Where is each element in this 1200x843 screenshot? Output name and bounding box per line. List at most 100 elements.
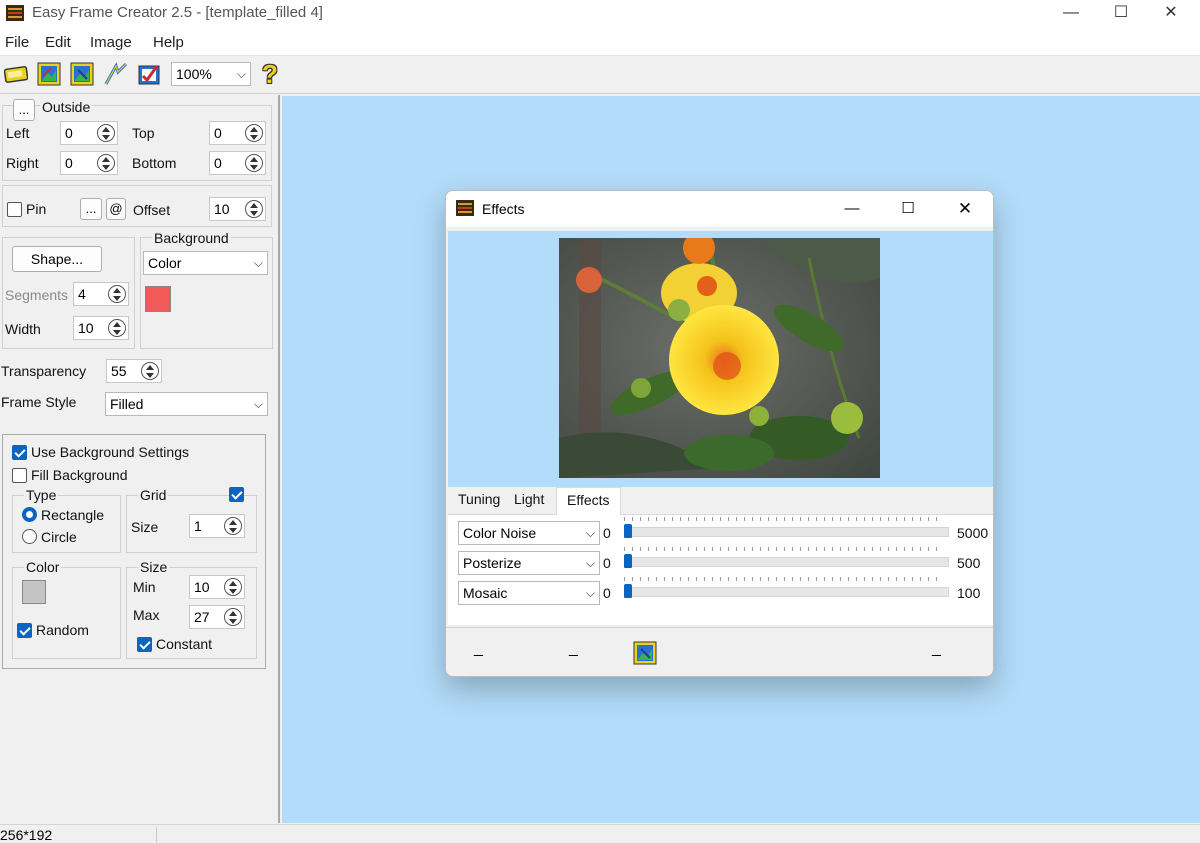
app-icon: [456, 200, 474, 216]
effect-select-1[interactable]: Color Noise ⌵: [458, 521, 600, 545]
fill-background-label: Fill Background: [31, 467, 128, 483]
background-mode-select[interactable]: Color ⌵: [143, 251, 268, 275]
grid-checkbox[interactable]: [229, 487, 244, 502]
minimize-button[interactable]: —: [1046, 0, 1096, 28]
max-input[interactable]: 27: [189, 605, 245, 629]
color-noise-slider[interactable]: [624, 527, 949, 537]
effects-wand-icon[interactable]: [104, 62, 128, 86]
offset-input[interactable]: 10: [209, 197, 266, 221]
spin-icon[interactable]: [224, 578, 242, 596]
bottom-input[interactable]: 0: [209, 151, 266, 175]
spin-icon[interactable]: [141, 362, 159, 380]
preview-area: [448, 231, 993, 487]
at-button[interactable]: @: [106, 198, 126, 220]
spin-icon[interactable]: [97, 124, 115, 142]
effect-select-2[interactable]: Posterize ⌵: [458, 551, 600, 575]
maximize-button[interactable]: ☐: [1096, 0, 1146, 28]
spin-icon[interactable]: [245, 124, 263, 142]
circle-radio[interactable]: [22, 529, 37, 544]
left-label: Left: [6, 125, 30, 141]
left-panel: ... Outside Left 0 Top 0 Right 0 Bottom …: [0, 95, 280, 823]
menu-image[interactable]: Image: [90, 34, 132, 51]
effects-title-bar: Effects — ☐ ✕: [446, 191, 993, 227]
spin-icon[interactable]: [245, 200, 263, 218]
constant-checkbox[interactable]: [137, 637, 152, 652]
spin-icon[interactable]: [108, 319, 126, 337]
grid-size-input[interactable]: 1: [189, 514, 245, 538]
background-color-swatch[interactable]: [145, 286, 171, 312]
tab-tuning[interactable]: Tuning: [458, 491, 500, 507]
tab-light[interactable]: Light: [514, 491, 544, 507]
apply-image-icon[interactable]: [633, 641, 657, 665]
effect-select-3[interactable]: Mosaic ⌵: [458, 581, 600, 605]
transparency-input[interactable]: 55: [106, 359, 162, 383]
chevron-down-icon: ⌵: [585, 526, 595, 540]
pin-options-button[interactable]: ...: [80, 198, 102, 220]
use-background-settings-checkbox[interactable]: [12, 445, 27, 460]
min-label: Min: [133, 579, 156, 595]
tab-effects[interactable]: Effects: [556, 487, 621, 516]
mosaic-thumb[interactable]: [624, 584, 632, 598]
posterize-slider[interactable]: [624, 557, 949, 567]
frame-style-select[interactable]: Filled ⌵: [105, 392, 268, 416]
effects-dialog: Effects — ☐ ✕ Tuning Light Effects Color…: [445, 190, 994, 677]
open-icon[interactable]: [4, 62, 28, 86]
min-input[interactable]: 10: [189, 575, 245, 599]
fill-background-checkbox[interactable]: [12, 468, 27, 483]
spin-icon[interactable]: [224, 517, 242, 535]
grid-color-swatch[interactable]: [22, 580, 46, 604]
effect-max-2: 500: [957, 555, 981, 571]
right-input[interactable]: 0: [60, 151, 118, 175]
close-button[interactable]: ✕: [1146, 0, 1196, 28]
outside-options-button[interactable]: ...: [13, 99, 35, 121]
effects-minimize-button[interactable]: —: [836, 195, 868, 223]
effects-close-button[interactable]: ✕: [949, 195, 981, 223]
spin-icon[interactable]: [245, 154, 263, 172]
flower-preview-image: [559, 238, 880, 478]
open-image-icon[interactable]: [37, 62, 61, 86]
menu-edit[interactable]: Edit: [45, 34, 71, 51]
type-label: Type: [24, 487, 59, 503]
grid-size-label: Size: [131, 519, 159, 535]
spin-icon[interactable]: [224, 608, 242, 626]
rectangle-radio[interactable]: [22, 507, 37, 522]
effect-min-1: 0: [603, 525, 611, 541]
left-input[interactable]: 0: [60, 121, 118, 145]
zoom-select[interactable]: 100% ⌵: [171, 62, 251, 86]
outside-label: Outside: [40, 99, 93, 115]
zoom-value: 100%: [176, 66, 212, 82]
effects-maximize-button[interactable]: ☐: [892, 195, 924, 223]
minimize-icon: —: [1063, 4, 1079, 21]
slider-ticks: [624, 547, 942, 551]
shape-button[interactable]: Shape...: [12, 246, 102, 272]
width-input[interactable]: 10: [73, 316, 129, 340]
color-noise-thumb[interactable]: [624, 524, 632, 538]
color-label: Color: [24, 559, 62, 575]
pin-label: Pin: [26, 201, 47, 217]
chevron-down-icon: ⌵: [253, 397, 263, 411]
effect-min-3: 0: [603, 585, 611, 601]
app-icon: [6, 5, 24, 21]
effect-max-3: 100: [957, 585, 981, 601]
title-bar: Easy Frame Creator 2.5 - [template_fille…: [0, 0, 1200, 28]
apply-frame-icon[interactable]: [137, 62, 161, 86]
width-label: Width: [5, 321, 41, 337]
menu-file[interactable]: File: [5, 34, 29, 51]
help-icon[interactable]: ?: [262, 60, 284, 88]
top-input[interactable]: 0: [209, 121, 266, 145]
bottom-label: Bottom: [132, 155, 177, 171]
menu-help[interactable]: Help: [153, 34, 184, 51]
spin-icon[interactable]: [108, 285, 126, 303]
save-image-icon[interactable]: [70, 62, 94, 86]
segments-input[interactable]: 4: [73, 282, 129, 306]
random-checkbox[interactable]: [17, 623, 32, 638]
status-bar: 256*192: [0, 824, 1200, 843]
spin-icon[interactable]: [97, 154, 115, 172]
posterize-thumb[interactable]: [624, 554, 632, 568]
random-label: Random: [36, 622, 89, 638]
effects-bottom-bar: _ _ _: [446, 627, 993, 676]
pin-checkbox[interactable]: [7, 202, 22, 217]
toolbar: 100% ⌵ ?: [0, 56, 1200, 94]
mosaic-slider[interactable]: [624, 587, 949, 597]
chevron-down-icon: ⌵: [253, 256, 263, 270]
